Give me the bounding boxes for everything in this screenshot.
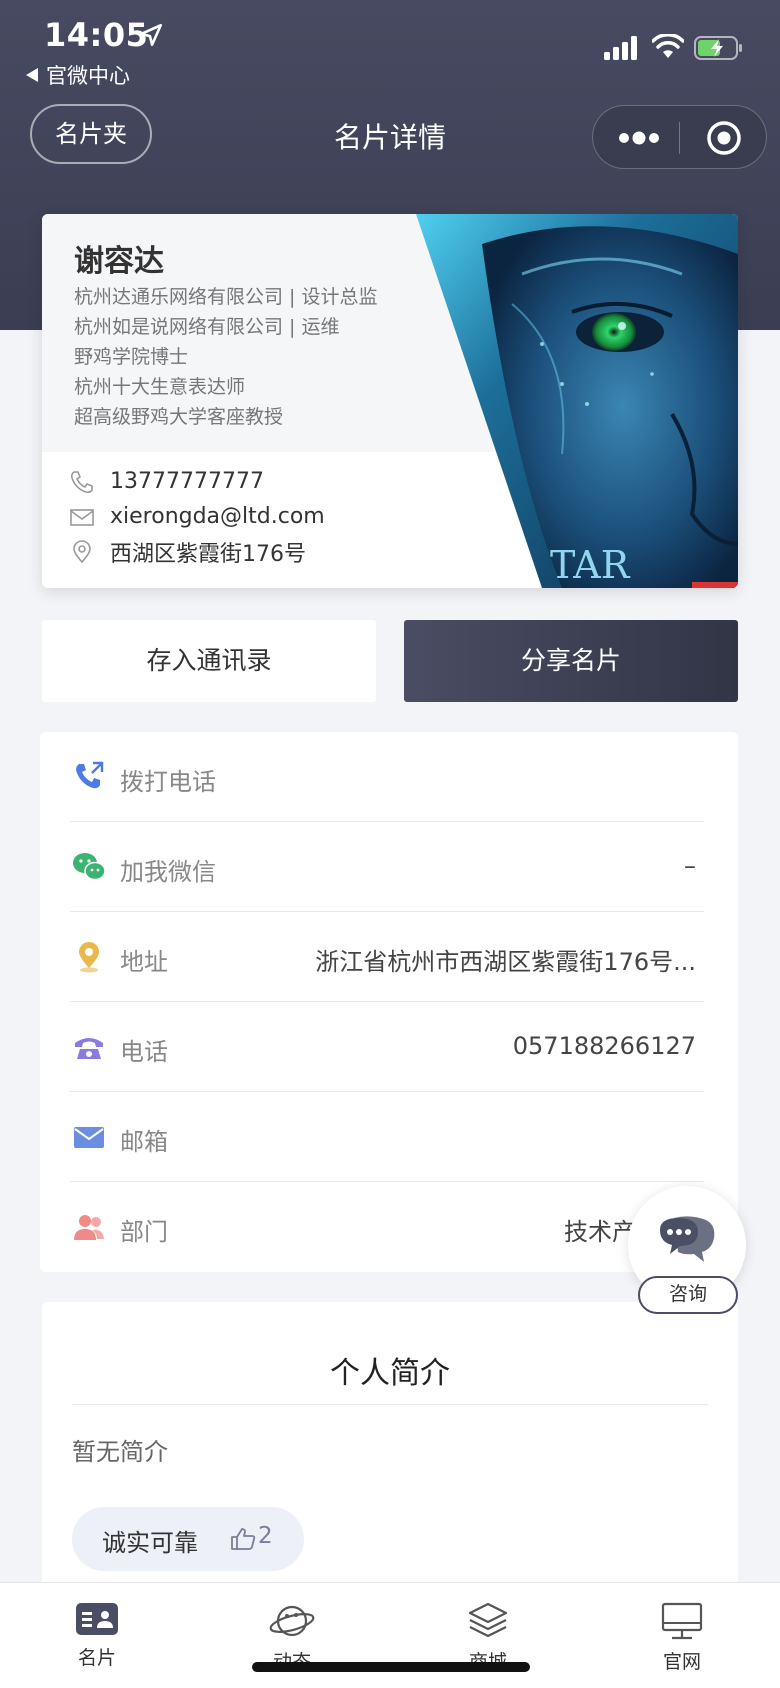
card-address-row: 西湖区紫霞街176号 (68, 534, 325, 569)
personal-intro-section: 个人简介 暂无简介 诚实可靠 2 (42, 1302, 738, 1602)
telephone-label: 电话 (120, 1038, 168, 1066)
save-to-contacts-button[interactable]: 存入通讯录 (42, 620, 376, 702)
chat-bubbles-icon (660, 1216, 715, 1262)
capsule-divider (679, 122, 680, 154)
trait-like-count: 2 (258, 1523, 273, 1549)
email-label: 邮箱 (120, 1128, 168, 1156)
card-email: xierongda@ltd.com (110, 504, 325, 529)
location-pin-icon (73, 539, 91, 563)
business-card: TAR 谢容达 杭州达通乐网络有限公司 | 设计总监 杭州如是说网络有限公司 |… (42, 214, 738, 588)
planet-icon (269, 1605, 315, 1637)
layers-icon (468, 1602, 508, 1638)
card-email-row: xierongda@ltd.com (68, 499, 325, 534)
battery-charging-icon (694, 36, 742, 60)
cellular-signal-icon (604, 36, 637, 60)
trait-tag-label: 诚实可靠 (102, 1529, 198, 1557)
consult-label[interactable]: 咨询 (638, 1276, 738, 1314)
intro-empty-text: 暂无简介 (72, 1438, 168, 1466)
back-triangle-icon (26, 68, 38, 82)
email-icon (74, 1127, 104, 1148)
call-label: 拨打电话 (120, 768, 216, 796)
department-value: 技术产 (564, 1218, 636, 1246)
home-indicator[interactable] (252, 1662, 530, 1672)
telephone-value: 057188266127 (512, 1032, 696, 1060)
card-title-line: 野鸡学院博士 (74, 346, 189, 368)
telephone-icon (75, 1038, 103, 1059)
contact-info-list: 拨打电话 加我微信 – 地址 浙江省杭州市西湖区紫霞街176号... 电话 05… (40, 732, 738, 1272)
intro-divider (72, 1404, 708, 1405)
phone-call-icon (76, 761, 104, 789)
card-name: 谢容达 (74, 244, 164, 279)
card-contacts: 13777777777 xierongda@ltd.com 西湖区紫霞街176号 (68, 464, 325, 569)
tab-card-label: 名片 (77, 1647, 116, 1669)
card-title-line: 杭州达通乐网络有限公司 | 设计总监 (74, 286, 378, 308)
address-value: 浙江省杭州市西湖区紫霞街176号... (315, 948, 696, 976)
wechat-row[interactable]: 加我微信 – (70, 822, 704, 912)
card-title-line: 杭州十大生意表达师 (74, 376, 246, 398)
thumbs-up-icon[interactable] (230, 1527, 256, 1551)
status-bar: 14:05 官微中心 (0, 0, 780, 95)
tab-website-label: 官网 (662, 1651, 701, 1673)
card-address: 西湖区紫霞街176号 (110, 541, 306, 567)
address-pin-icon (79, 942, 99, 973)
mail-outline-icon (70, 508, 94, 526)
wechat-value: – (684, 852, 696, 880)
address-row[interactable]: 地址 浙江省杭州市西湖区紫霞街176号... (70, 912, 704, 1002)
department-row[interactable]: 部门 技术产 (70, 1182, 704, 1272)
call-row[interactable]: 拨打电话 (70, 732, 704, 822)
card-titles: 杭州达通乐网络有限公司 | 设计总监 杭州如是说网络有限公司 | 运维 野鸡学院… (74, 282, 377, 432)
intro-title: 个人简介 (330, 1356, 450, 1391)
share-card-button[interactable]: 分享名片 (404, 620, 738, 702)
wechat-icon (73, 853, 106, 881)
close-target-icon[interactable] (706, 120, 742, 156)
more-dots-icon[interactable] (618, 126, 660, 150)
back-to-app-label: 官微中心 (46, 64, 130, 88)
department-people-icon (74, 1215, 104, 1240)
tab-website[interactable]: 官网 (622, 1601, 742, 1674)
tab-card[interactable]: 名片 (37, 1601, 157, 1670)
trait-tag[interactable]: 诚实可靠 2 (72, 1507, 304, 1571)
card-title-line: 杭州如是说网络有限公司 | 运维 (74, 316, 340, 338)
address-label: 地址 (120, 948, 168, 976)
status-time: 14:05 (44, 16, 149, 54)
miniprogram-capsule (592, 105, 767, 169)
card-phone: 13777777777 (110, 469, 264, 494)
location-arrow-icon (139, 23, 163, 47)
phone-outline-icon (70, 470, 93, 493)
back-to-app-link[interactable]: 官微中心 (26, 60, 130, 90)
card-phone-row: 13777777777 (68, 464, 325, 499)
department-label: 部门 (120, 1218, 168, 1246)
telephone-row[interactable]: 电话 057188266127 (70, 1002, 704, 1092)
card-icon (76, 1603, 118, 1635)
card-photo-text: TAR (550, 543, 631, 587)
monitor-icon (661, 1602, 703, 1640)
tab-bar: 名片 动态 商城 官网 (0, 1582, 780, 1688)
email-row[interactable]: 邮箱 (70, 1092, 704, 1182)
card-title-line: 超高级野鸡大学客座教授 (74, 406, 284, 428)
wifi-icon (652, 34, 684, 58)
wechat-label: 加我微信 (120, 858, 216, 886)
